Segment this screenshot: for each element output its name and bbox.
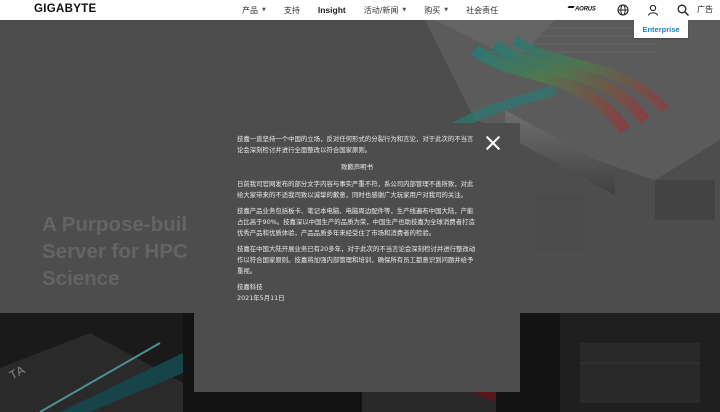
menu-item-label: 活动/新闻 xyxy=(363,5,399,15)
ad-link[interactable]: 广告 xyxy=(697,4,713,15)
gigabyte-logo[interactable]: GIGABYTE xyxy=(34,3,96,15)
menu-item-label: 购买 xyxy=(424,5,441,15)
menu-item-events-news[interactable]: 活动/新闻 ▼ xyxy=(364,5,407,16)
body-paragraph: 技嘉在中国大陆开展业务已有20多年，对于此次的不当言论会深刻检讨并进行整改动作以… xyxy=(237,245,476,275)
search-icon[interactable] xyxy=(676,3,690,17)
menu-item-insight[interactable]: Insight xyxy=(318,5,346,15)
menu-item-label: 支持 xyxy=(283,5,300,15)
aorus-logo[interactable]: AORUS xyxy=(565,6,596,13)
signature: 技嘉科技 xyxy=(237,283,263,291)
body-paragraph: 日前我司官网发布的部分文字内容与事实严重不符，系公司内部管理不善所致，对此给大家… xyxy=(237,180,474,199)
menu-item-support[interactable]: 支持 xyxy=(284,5,300,16)
chevron-down-icon: ▼ xyxy=(402,7,407,13)
aorus-logo-text: AORUS xyxy=(575,6,596,13)
intro-paragraph: 技嘉一直坚持一个中国的立场，反对任何形式的分裂行为和言论，对于此次的不当言论会深… xyxy=(237,135,474,154)
menu-item-label: Insight xyxy=(317,5,346,15)
enterprise-tab[interactable]: Enterprise xyxy=(634,20,688,38)
apology-dialog: 技嘉一直坚持一个中国的立场，反对任何形式的分裂行为和言论，对于此次的不当言论会深… xyxy=(194,123,520,392)
close-icon[interactable] xyxy=(486,136,500,150)
chevron-down-icon: ▼ xyxy=(262,7,266,13)
menu-item-label: 社会责任 xyxy=(466,5,499,15)
chevron-down-icon: ▼ xyxy=(444,7,449,13)
menu-item-label: 产品 xyxy=(242,5,258,15)
user-icon[interactable] xyxy=(646,3,660,17)
globe-icon[interactable] xyxy=(616,3,630,17)
body-paragraph: 技嘉产品业务包括板卡、笔记本电脑、电脑周边配件等，生产线遍布中国大陆，产能占比高… xyxy=(237,207,475,237)
top-navbar: GIGABYTE 产品 ▼ 支持 Insight 活动/新闻 ▼ 购买 ▼ 社会… xyxy=(0,0,720,20)
dialog-heading: 致歉声明书 xyxy=(341,163,373,171)
dialog-content: 技嘉一直坚持一个中国的立场，反对任何形式的分裂行为和言论，对于此次的不当言论会深… xyxy=(237,134,477,304)
menu-item-products[interactable]: 产品 ▼ xyxy=(242,5,266,16)
menu-item-buy[interactable]: 购买 ▼ xyxy=(424,5,448,16)
date: 2021年5月11日 xyxy=(237,294,285,302)
menu-item-csr[interactable]: 社会责任 xyxy=(466,5,498,16)
main-menu: 产品 ▼ 支持 Insight 活动/新闻 ▼ 购买 ▼ 社会责任 xyxy=(242,0,516,20)
